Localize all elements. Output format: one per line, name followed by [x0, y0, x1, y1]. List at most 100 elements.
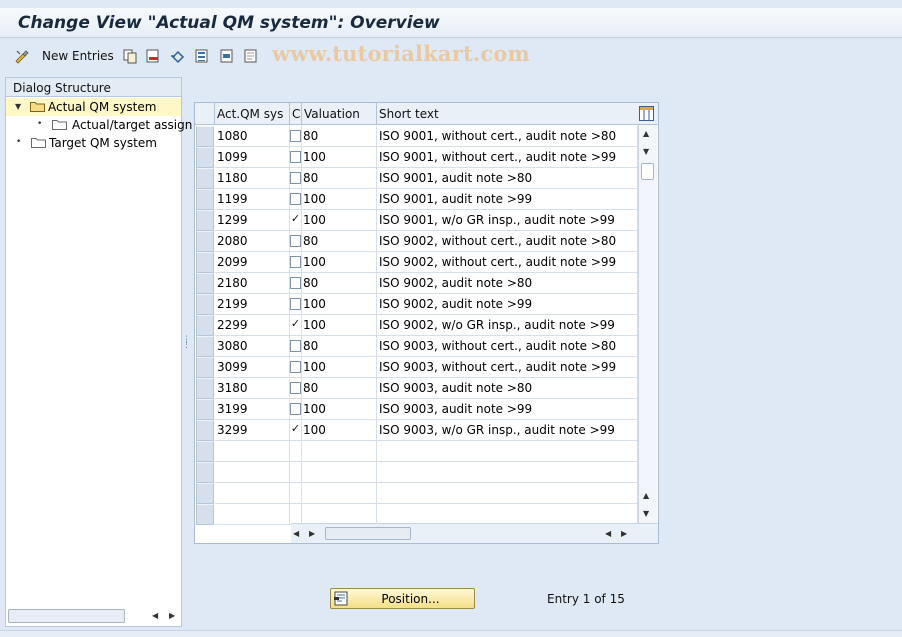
table-vscrollbar[interactable]: ▲ ▼ ▲ ▼ [638, 125, 657, 523]
table-row[interactable]: 3099 100 ISO 9003, without cert., audit no… [195, 357, 638, 378]
checkbox[interactable] [290, 277, 301, 289]
cell-valuation[interactable]: 100 [302, 189, 377, 210]
scroll-down-icon[interactable]: ▼ [643, 147, 649, 156]
table-row[interactable]: 3080 80 ISO 9003, without cert., audit not… [195, 336, 638, 357]
column-header-act-qm-sys[interactable]: Act.QM sys [215, 103, 290, 125]
row-selector[interactable] [196, 231, 214, 252]
cell-valuation[interactable]: 100 [302, 210, 377, 231]
row-selector[interactable] [196, 168, 214, 189]
checkbox[interactable] [290, 256, 301, 268]
cell-short-text[interactable]: ISO 9001, without cert., audit note >80 [377, 126, 638, 147]
table-hscrollbar[interactable]: ◀ ▶ ◀ ▶ [291, 523, 658, 543]
cell-valuation[interactable]: 80 [302, 231, 377, 252]
cell-short-text[interactable]: ISO 9003, without cert., audit note >99 [377, 357, 638, 378]
row-selector[interactable] [196, 273, 214, 294]
row-selector[interactable] [196, 294, 214, 315]
cell-act-qm-sys[interactable]: 1180 [215, 168, 290, 189]
cell-c[interactable] [290, 231, 302, 252]
checkbox[interactable] [290, 235, 301, 247]
cell-c[interactable] [290, 273, 302, 294]
scroll-up-icon[interactable]: ▲ [643, 129, 649, 138]
checkbox[interactable] [290, 151, 301, 163]
select-all-icon[interactable] [194, 48, 210, 64]
row-selector[interactable] [196, 441, 214, 462]
tree-item-actual-target-assign[interactable]: • Actual/target assign [6, 116, 192, 134]
cell-c[interactable] [290, 147, 302, 168]
position-button[interactable]: Position... [330, 588, 475, 609]
column-header-valuation[interactable]: Valuation [302, 103, 377, 125]
table-row[interactable]: 3199 100 ISO 9003, audit note >99 [195, 399, 638, 420]
tree-item-actual-qm-system[interactable]: ▼ Actual QM system [6, 98, 181, 116]
table-row[interactable]: 2199 100 ISO 9002, audit note >99 [195, 294, 638, 315]
cell-act-qm-sys[interactable]: 2180 [215, 273, 290, 294]
cell-act-qm-sys[interactable]: 3199 [215, 399, 290, 420]
cell-short-text[interactable]: ISO 9002, w/o GR insp., audit note >99 [377, 315, 638, 336]
table-row[interactable] [195, 483, 638, 504]
row-selector[interactable] [196, 147, 214, 168]
table-row[interactable]: 1199 100 ISO 9001, audit note >99 [195, 189, 638, 210]
edit-toggle-icon[interactable] [14, 48, 30, 64]
cell-act-qm-sys[interactable]: 2199 [215, 294, 290, 315]
row-selector[interactable] [196, 210, 214, 231]
cell-act-qm-sys[interactable]: 3080 [215, 336, 290, 357]
table-row[interactable]: 3180 80 ISO 9003, audit note >80 [195, 378, 638, 399]
cell-valuation[interactable]: 100 [302, 399, 377, 420]
table-row[interactable] [195, 441, 638, 462]
table-row[interactable] [195, 504, 638, 525]
scroll-thumb[interactable] [325, 527, 411, 540]
cell-act-qm-sys[interactable]: 1099 [215, 147, 290, 168]
cell-act-qm-sys[interactable]: 2299 [215, 315, 290, 336]
table-row[interactable]: 1099 100 ISO 9001, without cert., audit no… [195, 147, 638, 168]
cell-c[interactable]: ✓ [290, 315, 302, 336]
table-settings-icon[interactable] [639, 106, 654, 121]
checkbox[interactable] [290, 361, 301, 373]
cell-c[interactable]: ✓ [290, 210, 302, 231]
row-selector[interactable] [196, 336, 214, 357]
scroll-right-icon[interactable]: ▶ [309, 529, 315, 538]
new-entries-button[interactable]: New Entries [42, 49, 114, 63]
checkbox[interactable] [290, 130, 301, 142]
column-header-short-text[interactable]: Short text [377, 103, 638, 125]
cell-valuation[interactable]: 100 [302, 315, 377, 336]
scroll-right-icon[interactable]: ▶ [621, 529, 627, 538]
cell-short-text[interactable]: ISO 9003, audit note >80 [377, 378, 638, 399]
cell-short-text[interactable]: ISO 9001, w/o GR insp., audit note >99 [377, 210, 638, 231]
checkbox[interactable]: ✓ [290, 423, 301, 436]
cell-short-text[interactable]: ISO 9002, without cert., audit note >80 [377, 231, 638, 252]
column-header-c[interactable]: C [290, 103, 302, 125]
checkbox[interactable] [290, 193, 301, 205]
select-block-icon[interactable] [219, 48, 235, 64]
row-selector[interactable] [196, 357, 214, 378]
cell-c[interactable] [290, 336, 302, 357]
cell-c[interactable] [290, 168, 302, 189]
cell-c[interactable] [290, 399, 302, 420]
checkbox[interactable] [290, 172, 301, 184]
cell-short-text[interactable]: ISO 9002, audit note >99 [377, 294, 638, 315]
cell-valuation[interactable]: 100 [302, 294, 377, 315]
cell-short-text[interactable]: ISO 9001, audit note >80 [377, 168, 638, 189]
table-row[interactable]: 2099 100 ISO 9002, without cert., audit no… [195, 252, 638, 273]
cell-short-text[interactable]: ISO 9003, audit note >99 [377, 399, 638, 420]
cell-short-text[interactable]: ISO 9002, audit note >80 [377, 273, 638, 294]
cell-act-qm-sys[interactable]: 3180 [215, 378, 290, 399]
table-row[interactable]: 1080 80 ISO 9001, without cert., audit not… [195, 126, 638, 147]
cell-act-qm-sys[interactable]: 3299 [215, 420, 290, 441]
cell-act-qm-sys[interactable]: 1199 [215, 189, 290, 210]
row-selector[interactable] [196, 189, 214, 210]
cell-valuation[interactable]: 100 [302, 252, 377, 273]
table-row[interactable]: 1180 80 ISO 9001, audit note >80 [195, 168, 638, 189]
cell-short-text[interactable]: ISO 9003, w/o GR insp., audit note >99 [377, 420, 638, 441]
deselect-all-icon[interactable] [243, 48, 259, 64]
cell-valuation[interactable]: 80 [302, 273, 377, 294]
row-selector[interactable] [196, 252, 214, 273]
cell-valuation[interactable]: 100 [302, 147, 377, 168]
checkbox[interactable] [290, 298, 301, 310]
row-selector[interactable] [196, 315, 214, 336]
cell-valuation[interactable]: 80 [302, 168, 377, 189]
table-row[interactable]: 2180 80 ISO 9002, audit note >80 [195, 273, 638, 294]
table-row[interactable]: 3299 ✓ 100 ISO 9003, w/o GR insp., audit no… [195, 420, 638, 441]
cell-short-text[interactable]: ISO 9001, without cert., audit note >99 [377, 147, 638, 168]
cell-c[interactable] [290, 294, 302, 315]
copy-icon[interactable] [122, 48, 138, 64]
checkbox[interactable]: ✓ [290, 318, 301, 331]
